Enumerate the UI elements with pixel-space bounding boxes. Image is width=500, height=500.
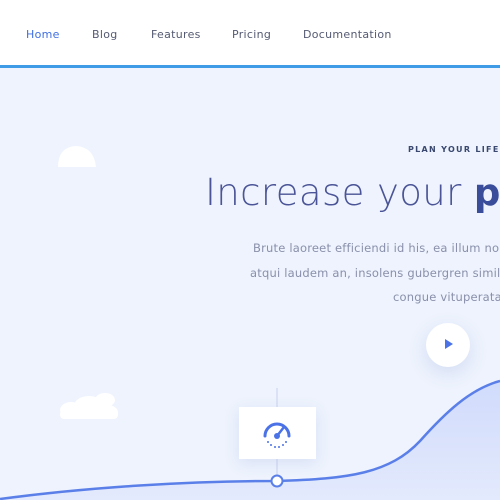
nav-home-link[interactable]: Home [26,28,60,41]
hero-section: PLAN YOUR LIFE Increase your pr Brute la… [0,71,500,500]
nav-documentation-link[interactable]: Documentation [303,28,392,41]
wave-marker [270,474,284,488]
nav-blog-link[interactable]: Blog [92,28,118,41]
feature-card [239,407,316,459]
top-navigation: Home Blog Features Pricing Documentation [0,0,500,68]
nav-features-link[interactable]: Features [151,28,201,41]
nav-pricing-link[interactable]: Pricing [232,28,271,41]
speedometer-icon [263,422,291,448]
